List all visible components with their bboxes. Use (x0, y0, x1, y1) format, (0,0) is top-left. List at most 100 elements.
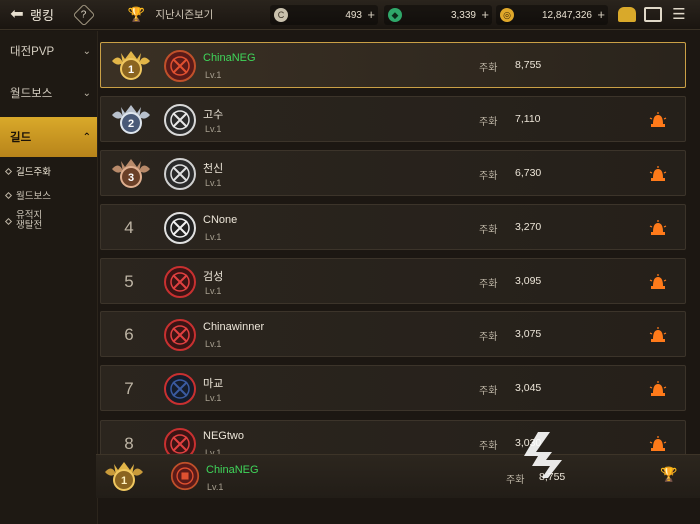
guild-name: NEGtwo (203, 430, 244, 442)
sidebar-item-world-boss[interactable]: 월드보스 ⌄ (0, 75, 97, 111)
table-row[interactable]: 2 고수 Lv.1 주화 7,110 (100, 96, 686, 142)
guild-emblem-icon (164, 158, 196, 190)
guild-level: Lv.1 (205, 286, 222, 296)
gold-icon: ◎ (500, 8, 514, 22)
alarm-light-icon[interactable] (649, 112, 667, 128)
stat-value: 3,095 (515, 275, 542, 287)
coin-value: 493 (345, 9, 362, 21)
table-row[interactable]: 7 마교 Lv.1 주화 3,045 (100, 365, 686, 411)
gold-plus-button[interactable]: + (597, 5, 605, 25)
guild-level: Lv.1 (205, 124, 222, 134)
stat-value: 7,110 (515, 113, 541, 125)
guild-name: ChinaNEG (203, 52, 256, 64)
coin-plus-button[interactable]: + (367, 5, 375, 25)
past-season-button[interactable]: 지난시즌보기 (155, 7, 213, 22)
rank-number: 7 (124, 379, 134, 398)
rank-medal-icon: 3 (112, 159, 150, 188)
stat-value: 3,075 (515, 328, 542, 340)
rank-number: 2 (128, 118, 134, 130)
rank-medal-icon: 1 (112, 51, 150, 80)
stat-label: 주화 (479, 279, 498, 290)
stat-value: 6,730 (515, 167, 542, 179)
alarm-light-icon[interactable] (649, 381, 667, 397)
gem-icon: ◆ (388, 8, 402, 22)
stat-label: 주화 (479, 332, 498, 343)
alarm-light-icon[interactable] (649, 327, 667, 343)
rank-number: 6 (124, 325, 134, 344)
rank-number: 1 (128, 64, 134, 76)
stat-value: 3,045 (515, 382, 542, 394)
my-guild-level: Lv.1 (207, 482, 224, 492)
gem-value: 3,339 (450, 9, 476, 21)
top-bar: ⬅ 랭킹 ? 🏆 지난시즌보기 C 493 + ◆ 3,339 + ◎ 12,8… (0, 0, 700, 30)
stat-label: 주화 (479, 117, 498, 128)
stat-label: 주화 (479, 386, 498, 397)
sidebar-item-label: 대전PVP (10, 46, 55, 58)
help-button[interactable]: ? (72, 3, 96, 26)
my-rank-number: 1 (121, 475, 127, 487)
table-row[interactable]: 1 ChinaNEG Lv.1 주화 8,755 (100, 42, 686, 88)
trophy-icon[interactable]: 🏆 (660, 466, 677, 483)
help-label: ? (81, 9, 87, 20)
table-row[interactable]: 3 천신 Lv.1 주화 6,730 (100, 150, 686, 196)
rank-number: 8 (124, 434, 134, 453)
guild-level: Lv.1 (205, 178, 222, 188)
rank-medal-icon: 2 (112, 105, 150, 134)
diamond-bullet-icon (4, 191, 13, 199)
rank-number: 5 (124, 272, 134, 291)
sidebar-sub-world-boss[interactable]: 월드보스 (0, 183, 97, 207)
sidebar-item-label: 월드보스 (10, 88, 53, 100)
sidebar-sub-guild-coin[interactable]: 길드주화 (0, 159, 97, 183)
sidebar: 대전PVP ⌄ 월드보스 ⌄ 길드 ⌃ 길드주화 월드보스 유적지 쟁탈전 (0, 31, 98, 524)
alarm-light-icon[interactable] (649, 274, 667, 290)
sidebar-item-guild[interactable]: 길드 ⌃ (0, 117, 97, 157)
currency-coin: C 493 + (270, 5, 378, 25)
treasure-chest-icon[interactable] (618, 7, 636, 22)
rank-number: 3 (128, 172, 134, 184)
diamond-bullet-icon (4, 167, 13, 175)
guild-emblem-icon (170, 461, 200, 491)
guild-emblem-icon (164, 373, 196, 405)
watermark-logo (524, 432, 562, 478)
table-row[interactable]: 5 검성 Lv.1 주화 3,095 (100, 258, 686, 304)
guild-emblem-icon (164, 212, 196, 244)
arrow-left-icon[interactable]: ⬅ (6, 4, 28, 26)
sidebar-item-pvp[interactable]: 대전PVP ⌄ (0, 33, 97, 69)
sidebar-sub-ruins-battle[interactable]: 유적지 쟁탈전 (0, 207, 97, 235)
stat-label: 주화 (479, 225, 498, 236)
guild-level: Lv.1 (205, 393, 222, 403)
gold-rank-badge-icon: 1 (105, 462, 143, 491)
stat-label: 주화 (479, 171, 498, 182)
guild-emblem-icon (164, 104, 196, 136)
sidebar-item-label: 길드 (10, 132, 32, 144)
guild-name: 고수 (203, 109, 224, 121)
stat-value: 8,755 (515, 59, 542, 71)
guild-emblem-icon (164, 319, 196, 351)
guild-name: Chinawinner (203, 321, 265, 333)
guild-name: 마교 (203, 378, 224, 390)
chevron-down-icon: ⌄ (82, 45, 91, 57)
trophy-icon: 🏆 (127, 6, 146, 22)
alarm-light-icon[interactable] (649, 166, 667, 182)
chevron-up-icon: ⌃ (82, 131, 91, 143)
table-row[interactable]: 6 Chinawinner Lv.1 주화 3,075 (100, 311, 686, 357)
stat-label: 주화 (479, 441, 498, 452)
currency-gem: ◆ 3,339 + (384, 5, 492, 25)
page-title: 랭킹 (30, 8, 54, 23)
sidebar-sub-label: 길드주화 (16, 167, 51, 178)
stat-value: 3,270 (515, 221, 542, 233)
guild-name: 검성 (203, 271, 224, 283)
mail-icon[interactable] (644, 7, 662, 22)
guild-emblem-icon (164, 266, 196, 298)
chevron-down-icon: ⌄ (82, 87, 91, 99)
alarm-light-icon[interactable] (649, 220, 667, 236)
guild-name: 천신 (203, 163, 224, 175)
my-guild-name: ChinaNEG (206, 464, 259, 476)
guild-emblem-icon (164, 50, 196, 82)
menu-icon[interactable]: ☰ (670, 7, 688, 22)
guild-level: Lv.1 (205, 232, 222, 242)
coin-icon: C (274, 8, 288, 22)
table-row[interactable]: 4 CNone Lv.1 주화 3,270 (100, 204, 686, 250)
gem-plus-button[interactable]: + (481, 5, 489, 25)
sidebar-sub-label: 유적지 쟁탈전 (16, 211, 42, 231)
